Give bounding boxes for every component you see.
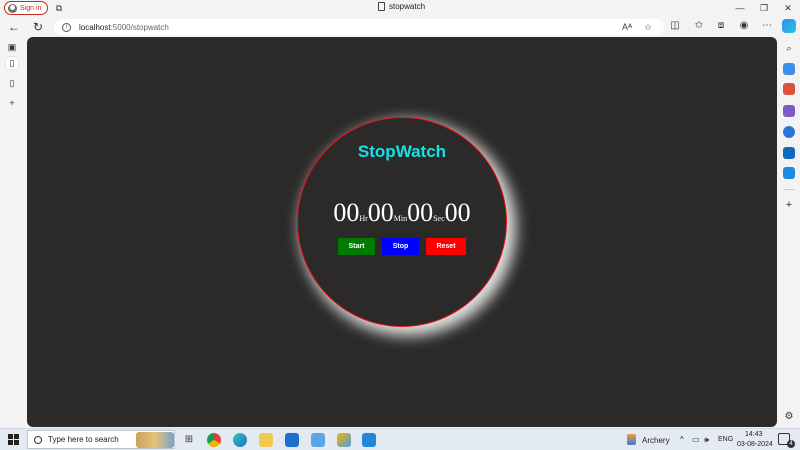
split-screen-icon[interactable]: ◫	[668, 19, 682, 33]
address-bar[interactable]: i localhost:5000/stopwatch Aᴬ ☆	[54, 19, 664, 35]
drop-icon[interactable]	[783, 167, 795, 179]
games-icon[interactable]	[783, 105, 795, 117]
navigation-bar: ← ↻ i localhost:5000/stopwatch Aᴬ ☆ ◫ ✩ …	[0, 17, 800, 37]
taskbar: Type here to search ⊞ Archery ^ ▭ 🕪 ENG …	[0, 428, 800, 450]
tools-icon[interactable]	[783, 83, 795, 95]
edge-sidebar: ⌕ + ⚙	[778, 37, 800, 427]
vertical-tab-strip: ▣ ▯ ▯ +	[0, 37, 26, 427]
info-icon[interactable]: i	[62, 22, 71, 32]
seconds-unit: Sec	[433, 214, 445, 223]
volume-icon[interactable]: 🕪	[704, 435, 709, 445]
weather-icon[interactable]	[627, 434, 636, 445]
extensions-icon[interactable]: ◉	[737, 19, 751, 33]
workspaces-icon[interactable]: ⧉	[54, 3, 64, 13]
centiseconds-value: 00	[444, 198, 471, 227]
search-placeholder: Type here to search	[48, 435, 119, 444]
url-host: localhost	[79, 22, 111, 32]
refresh-icon[interactable]: ↻	[30, 19, 46, 35]
windows-start-icon[interactable]	[8, 434, 19, 445]
active-tab-icon[interactable]: ▯	[6, 57, 18, 69]
tab-title[interactable]: stopwatch	[378, 2, 425, 11]
close-button[interactable]: ✕	[776, 1, 800, 15]
more-menu-icon[interactable]: ⋯	[760, 19, 774, 33]
task-view-icon[interactable]: ⊞	[182, 433, 196, 447]
sidebar-settings-icon[interactable]: ⚙	[783, 411, 795, 423]
add-sidebar-app-icon[interactable]: +	[783, 199, 795, 211]
reset-button[interactable]: Reset	[426, 238, 466, 255]
hours-value: 00	[333, 198, 360, 227]
app-icon[interactable]	[311, 433, 325, 447]
minutes-unit: Min	[393, 214, 408, 223]
tray-chevron-icon[interactable]: ^	[680, 435, 684, 444]
shopping-icon[interactable]	[783, 63, 795, 75]
page-viewport: StopWatch 00Hr00Min00Sec00 Start Stop Re…	[27, 37, 777, 427]
sign-in-button[interactable]: Sign in	[4, 1, 49, 15]
search-icon	[34, 435, 42, 444]
favorites-icon[interactable]: ✩	[692, 19, 706, 33]
title-bar: Sign in ⧉ stopwatch — ❐ ✕	[0, 0, 800, 16]
stopwatch-circle: StopWatch 00Hr00Min00Sec00 Start Stop Re…	[297, 117, 507, 327]
collections-icon[interactable]: ⧈	[714, 19, 728, 33]
deploy-icon[interactable]	[337, 433, 351, 447]
edge-icon[interactable]	[233, 433, 247, 447]
outlook-icon[interactable]	[783, 147, 795, 159]
search-icon[interactable]: ⌕	[783, 42, 795, 54]
stop-button[interactable]: Stop	[382, 238, 419, 255]
back-arrow-icon[interactable]: ←	[6, 19, 22, 35]
battery-icon[interactable]: ▭	[692, 435, 700, 444]
seconds-value: 00	[407, 198, 434, 227]
new-tab-icon[interactable]: +	[6, 97, 18, 109]
clock-date[interactable]: 03-08-2024	[737, 441, 773, 448]
vscode-icon[interactable]	[362, 433, 376, 447]
control-buttons: Start Stop Reset	[298, 238, 506, 255]
document-icon	[378, 2, 385, 11]
minimize-button[interactable]: —	[728, 1, 752, 15]
search-highlight-image[interactable]	[136, 432, 174, 448]
chrome-icon[interactable]	[207, 433, 221, 447]
weather-label[interactable]: Archery	[642, 436, 670, 445]
language-indicator[interactable]: ENG	[718, 436, 733, 443]
mail-icon[interactable]	[285, 433, 299, 447]
sign-in-label: Sign in	[20, 4, 42, 12]
microsoft-365-icon[interactable]	[783, 126, 795, 138]
favorite-star-icon[interactable]: ☆	[644, 22, 652, 33]
start-button[interactable]: Start	[338, 238, 375, 255]
sidebar-divider	[783, 189, 795, 190]
copilot-icon[interactable]	[782, 19, 796, 33]
file-explorer-icon[interactable]	[259, 433, 273, 447]
tab-icon[interactable]: ▯	[6, 77, 18, 89]
time-readout: 00Hr00Min00Sec00	[298, 198, 506, 228]
read-aloud-icon[interactable]: Aᴬ	[622, 22, 632, 32]
minutes-value: 00	[367, 198, 394, 227]
restore-button[interactable]: ❐	[752, 1, 776, 15]
clock-time[interactable]: 14:43	[745, 431, 763, 438]
hours-unit: Hr	[359, 214, 368, 223]
profile-icon	[8, 3, 17, 13]
stopwatch-title: StopWatch	[357, 142, 447, 161]
notification-count: 4	[787, 440, 795, 448]
url-path: :5000/stopwatch	[110, 22, 169, 32]
tab-actions-icon[interactable]: ▣	[6, 41, 18, 53]
